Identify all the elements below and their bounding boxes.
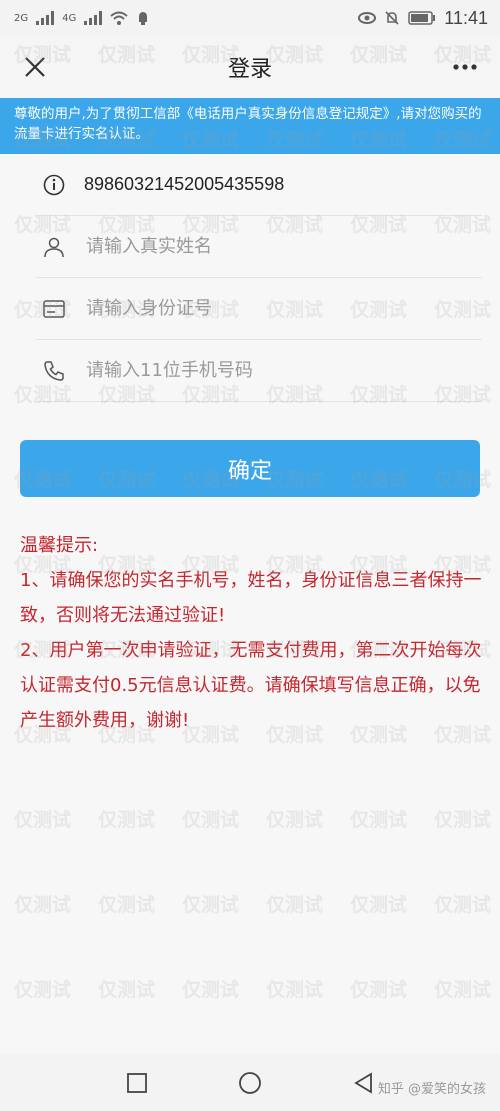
phone-input[interactable] bbox=[84, 359, 468, 382]
phone-icon bbox=[38, 355, 70, 387]
iccid-row: 89860321452005435598 bbox=[36, 154, 482, 216]
tips-line-1: 1、请确保您的实名手机号，姓名，身份证信息三者保持一致，否则将无法通过验证! bbox=[20, 570, 482, 626]
watermark-tile: 仅测试 bbox=[182, 894, 240, 916]
status-right: 11:41 bbox=[358, 8, 488, 29]
name-row bbox=[36, 216, 482, 278]
close-button[interactable] bbox=[18, 50, 52, 84]
watermark-tile: 仅测试 bbox=[266, 894, 324, 916]
watermark-tile: 仅测试 bbox=[350, 979, 408, 1001]
top-bar: 登录 bbox=[0, 36, 500, 98]
watermark-tile: 仅测试 bbox=[98, 979, 156, 1001]
watermark-tile: 仅测试 bbox=[14, 894, 72, 916]
watermark-tile: 仅测试 bbox=[14, 979, 72, 1001]
id-number-input[interactable] bbox=[84, 297, 468, 320]
signal-icon bbox=[36, 11, 55, 25]
watermark-tile: 仅测试 bbox=[434, 979, 492, 1001]
recent-apps-button[interactable] bbox=[117, 1063, 157, 1103]
wifi-icon bbox=[110, 11, 128, 25]
watermark-tile: 仅测试 bbox=[434, 809, 492, 831]
info-icon bbox=[38, 169, 70, 201]
watermark-tile: 仅测试 bbox=[434, 894, 492, 916]
network-4g: 4G bbox=[62, 12, 77, 24]
network-2g: 2G bbox=[14, 12, 29, 24]
tips-line-2: 2、用户第一次申请验证，无需支付费用，第二次开始每次认证需支付0.5元信息认证费… bbox=[20, 640, 482, 731]
user-icon bbox=[38, 231, 70, 263]
name-input[interactable] bbox=[84, 235, 468, 258]
watermark-tile: 仅测试 bbox=[182, 979, 240, 1001]
iccid-value: 89860321452005435598 bbox=[84, 174, 285, 194]
clock: 11:41 bbox=[444, 7, 488, 28]
close-icon bbox=[25, 57, 45, 77]
status-bar: 2G 4G 11:41 bbox=[0, 0, 500, 36]
notification-icon bbox=[139, 12, 148, 25]
watermark-tile: 仅测试 bbox=[266, 809, 324, 831]
battery-icon bbox=[408, 11, 436, 25]
watermark-tile: 仅测试 bbox=[350, 894, 408, 916]
square-icon bbox=[126, 1072, 147, 1093]
status-left: 2G 4G bbox=[14, 11, 150, 25]
tips-title: 温馨提示: bbox=[20, 535, 99, 556]
watermark-tile: 仅测试 bbox=[350, 809, 408, 831]
more-button[interactable] bbox=[448, 50, 482, 84]
watermark-credit: 知乎 @爱笑的女孩 bbox=[377, 1082, 486, 1097]
verification-form: 89860321452005435598 bbox=[0, 154, 500, 402]
watermark-tile: 仅测试 bbox=[14, 809, 72, 831]
notice-banner: 尊敬的用户,为了贯彻工信部《电话用户真实身份信息登记规定》,请对您购买的流量卡进… bbox=[0, 98, 500, 154]
id-row bbox=[36, 278, 482, 340]
tips-section: 温馨提示: 1、请确保您的实名手机号，姓名，身份证信息三者保持一致，否则将无法通… bbox=[20, 528, 485, 738]
triangle-back-icon bbox=[354, 1071, 373, 1094]
mute-icon bbox=[385, 11, 399, 25]
home-button[interactable] bbox=[230, 1063, 270, 1103]
circle-icon bbox=[239, 1071, 261, 1094]
watermark-tile: 仅测试 bbox=[98, 809, 156, 831]
id-card-icon bbox=[38, 293, 70, 325]
more-icon bbox=[453, 64, 477, 70]
eye-icon bbox=[358, 12, 377, 24]
watermark-tile: 仅测试 bbox=[182, 809, 240, 831]
watermark-tile: 仅测试 bbox=[98, 894, 156, 916]
phone-row bbox=[36, 340, 482, 402]
watermark-tile: 仅测试 bbox=[266, 979, 324, 1001]
page-title: 登录 bbox=[227, 57, 272, 82]
confirm-button[interactable]: 确定 bbox=[20, 440, 480, 497]
signal-icon-2 bbox=[84, 11, 103, 25]
